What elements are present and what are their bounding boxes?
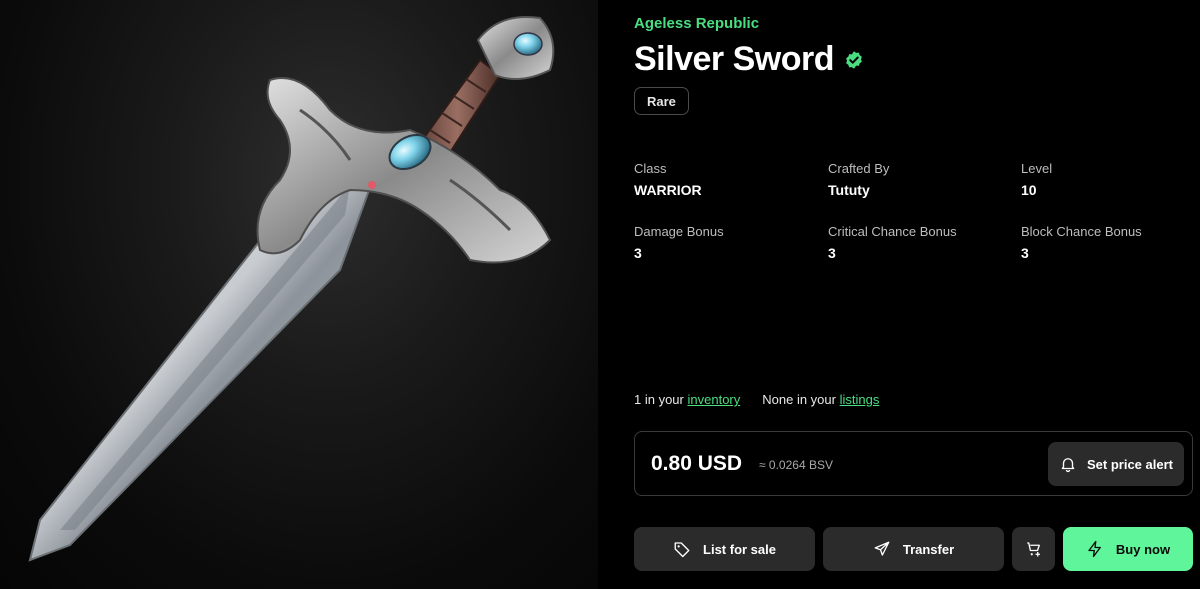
set-price-alert-button[interactable]: Set price alert — [1048, 442, 1184, 486]
stat-value: 3 — [634, 245, 642, 261]
bell-icon — [1061, 458, 1075, 473]
lightning-icon — [1088, 540, 1101, 558]
stat-class: Class WARRIOR — [634, 161, 814, 198]
stat-value: 10 — [1021, 182, 1037, 198]
stat-value: 3 — [828, 245, 836, 261]
item-detail-panel: Ageless Republic Silver Sword Rare Class… — [598, 0, 1200, 589]
inventory-link[interactable]: inventory — [688, 392, 741, 407]
listings-prefix: None in your — [762, 392, 836, 407]
rarity-badge: Rare — [634, 87, 689, 115]
stat-critical-chance-bonus: Critical Chance Bonus 3 — [828, 224, 1008, 261]
send-icon — [874, 541, 890, 556]
add-to-cart-button[interactable] — [1012, 527, 1055, 571]
stat-value: 3 — [1021, 245, 1029, 261]
set-price-alert-label: Set price alert — [1087, 456, 1173, 472]
stat-label: Level — [1021, 161, 1053, 176]
stat-label: Class — [634, 161, 667, 176]
stat-label: Block Chance Bonus — [1021, 224, 1142, 239]
stat-label: Damage Bonus — [634, 224, 724, 239]
transfer-button[interactable]: Transfer — [823, 527, 1004, 571]
verified-badge-icon — [846, 50, 862, 69]
stat-block-chance-bonus: Block Chance Bonus 3 — [1021, 224, 1200, 261]
title-row: Silver Sword — [634, 40, 864, 79]
stat-label: Crafted By — [828, 161, 890, 176]
ownership-info: 1 in your inventory None in your listing… — [634, 392, 879, 407]
sword-image — [28, 16, 555, 562]
stat-value: WARRIOR — [634, 182, 702, 198]
buy-now-label: Buy now — [1115, 541, 1171, 557]
price-bsv: ≈ 0.0264 BSV — [759, 458, 833, 472]
collection-name[interactable]: Ageless Republic — [634, 15, 759, 32]
item-title: Silver Sword — [634, 40, 834, 78]
stat-value: Tututy — [828, 182, 870, 198]
list-for-sale-button[interactable]: List for sale — [634, 527, 815, 571]
transfer-label: Transfer — [902, 541, 955, 557]
price-box: 0.80 USD ≈ 0.0264 BSV Set price alert — [634, 431, 1193, 496]
inventory-prefix: 1 in your — [634, 392, 684, 407]
list-for-sale-label: List for sale — [703, 541, 776, 557]
stat-damage-bonus: Damage Bonus 3 — [634, 224, 814, 261]
stat-level: Level 10 — [1021, 161, 1200, 198]
cart-add-icon — [1026, 542, 1040, 557]
stat-crafted-by: Crafted By Tututy — [828, 161, 1008, 198]
stat-label: Critical Chance Bonus — [828, 224, 957, 239]
item-artwork — [0, 0, 598, 589]
inventory-count: 1 in your inventory — [634, 392, 740, 407]
tag-icon — [674, 542, 690, 558]
buy-now-button[interactable]: Buy now — [1063, 527, 1193, 571]
listings-link[interactable]: listings — [840, 392, 880, 407]
listings-count: None in your listings — [762, 392, 879, 407]
price-usd: 0.80 USD — [651, 452, 743, 475]
